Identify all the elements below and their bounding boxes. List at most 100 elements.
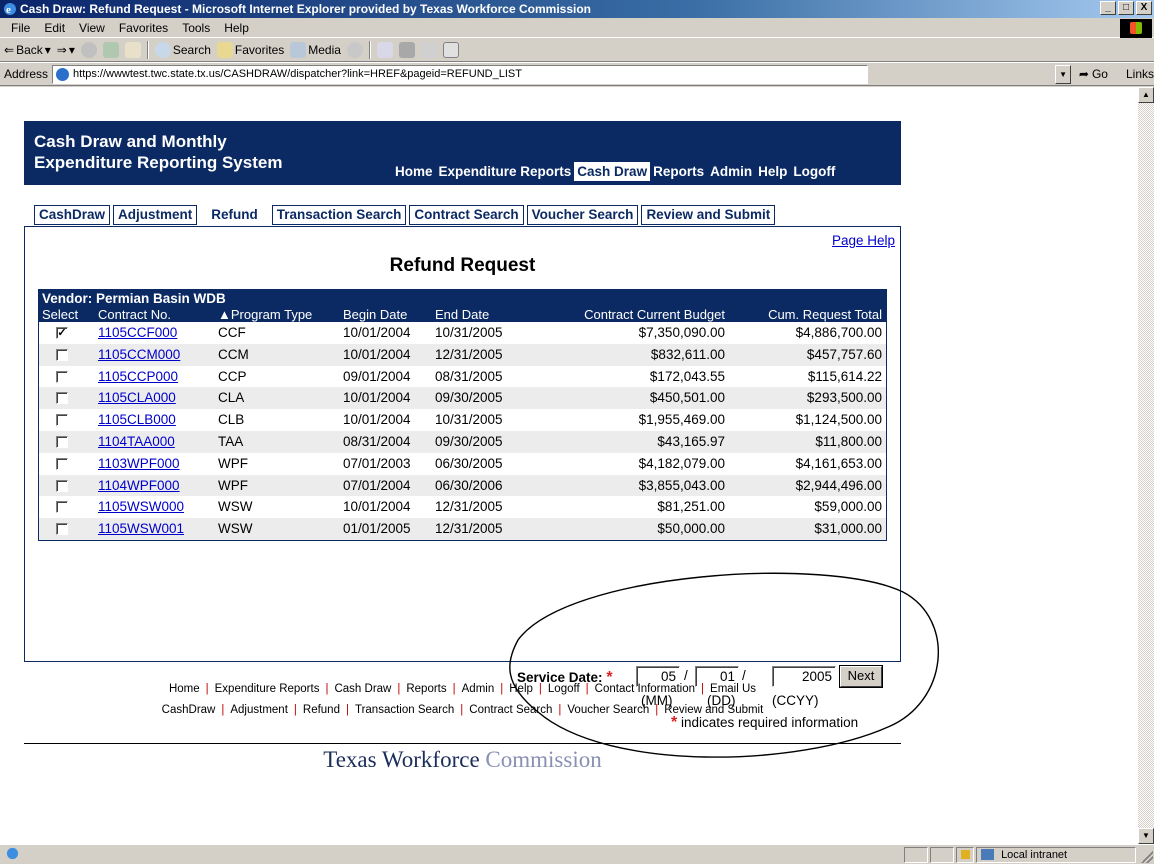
contract-link[interactable]: 1105CCF000	[98, 322, 177, 344]
footer-nav-link[interactable]: Home	[169, 683, 200, 695]
favorites-button[interactable]: Favorites	[216, 41, 284, 58]
contract-link[interactable]: 1105CCP000	[98, 366, 178, 388]
select-checkbox[interactable]	[56, 479, 68, 492]
tab-cashdraw[interactable]: CashDraw	[34, 205, 111, 225]
menu-file[interactable]: File	[4, 21, 37, 35]
contract-link[interactable]: 1105WSW001	[98, 518, 184, 540]
menu-tools[interactable]: Tools	[175, 21, 217, 35]
nav-cash-draw[interactable]: Cash Draw	[574, 162, 651, 181]
dropdown-arrow-icon[interactable]: ▾	[69, 43, 75, 57]
col-end-date[interactable]: End Date	[435, 307, 489, 322]
tab-review-and-submit[interactable]: Review and Submit	[641, 205, 776, 225]
scroll-up-button[interactable]: ▲	[1138, 87, 1154, 103]
minimize-button[interactable]: _	[1100, 1, 1116, 15]
contract-budget: $4,182,079.00	[638, 455, 725, 471]
page-help-link[interactable]: Page Help	[832, 233, 895, 248]
address-dropdown-button[interactable]: ▼	[1055, 64, 1071, 84]
resize-grip[interactable]	[1141, 851, 1153, 863]
edit-icon[interactable]	[420, 41, 437, 58]
dropdown-arrow-icon[interactable]: ▾	[45, 43, 51, 57]
vertical-scrollbar[interactable]: ▲ ▼	[1138, 87, 1154, 844]
select-checkbox[interactable]	[56, 501, 68, 514]
refresh-icon[interactable]	[102, 41, 119, 58]
menu-help[interactable]: Help	[217, 21, 256, 35]
tab-transaction-search[interactable]: Transaction Search	[271, 205, 407, 225]
select-checkbox[interactable]	[56, 457, 68, 470]
footer-tab-link[interactable]: Voucher Search	[567, 704, 649, 716]
contract-link[interactable]: 1105WSW000	[98, 496, 184, 518]
cum-request-total: $2,944,496.00	[795, 477, 882, 493]
go-button[interactable]: ➦ Go	[1079, 67, 1108, 81]
home-icon[interactable]	[124, 41, 141, 58]
tab-contract-search[interactable]: Contract Search	[409, 205, 524, 225]
contract-link[interactable]: 1105CCM000	[98, 344, 180, 366]
discuss-icon[interactable]	[442, 41, 459, 58]
restore-button[interactable]: □	[1118, 1, 1134, 15]
nav-expenditure-reports[interactable]: Expenditure Reports	[436, 162, 575, 181]
tab-refund[interactable]: Refund	[200, 205, 269, 225]
col-contract-no[interactable]: Contract No.	[98, 307, 171, 322]
select-checkbox[interactable]	[56, 348, 68, 361]
col-program-type[interactable]: ▲Program Type	[218, 307, 312, 322]
footer-separator: |	[345, 704, 349, 716]
footer-nav-link[interactable]: Expenditure Reports	[215, 683, 320, 695]
history-icon[interactable]	[346, 41, 363, 58]
tab-adjustment[interactable]: Adjustment	[113, 205, 198, 225]
forward-button[interactable]: ⇒ ▾	[57, 43, 75, 57]
media-button[interactable]: Media	[290, 41, 341, 58]
scroll-down-button[interactable]: ▼	[1138, 828, 1154, 844]
nav-admin[interactable]: Admin	[707, 162, 755, 181]
back-button[interactable]: ⇐ Back ▾	[4, 43, 51, 57]
footer-nav-link[interactable]: Logoff	[548, 683, 580, 695]
table-row: 1105CLA000 CLA 10/01/2004 09/30/2005 $450,50…	[39, 387, 886, 410]
footer-tab-link[interactable]: Review and Submit	[664, 704, 763, 716]
nav-logoff[interactable]: Logoff	[790, 162, 838, 181]
footer-nav-link[interactable]: Cash Draw	[334, 683, 391, 695]
col-cum-request-total[interactable]: Cum. Request Total	[768, 307, 882, 322]
footer-tab-link[interactable]: Adjustment	[230, 704, 288, 716]
contract-link[interactable]: 1105CLA000	[98, 387, 176, 409]
links-button[interactable]: Links	[1126, 67, 1154, 81]
footer-tab-link[interactable]: Refund	[303, 704, 340, 716]
address-input[interactable]: https://wwwtest.twc.state.tx.us/CASHDRAW…	[52, 64, 869, 84]
select-checkbox[interactable]	[56, 370, 68, 383]
search-button[interactable]: Search	[154, 41, 211, 58]
top-nav: Home Expenditure Reports Cash Draw Repor…	[392, 162, 838, 181]
begin-date: 10/01/2004	[343, 499, 411, 515]
select-checkbox[interactable]	[56, 392, 68, 405]
contract-link[interactable]: 1105CLB000	[98, 409, 176, 431]
nav-help[interactable]: Help	[755, 162, 790, 181]
table-row: 1105CLB000 CLB 10/01/2004 10/31/2005 $1,955,…	[39, 409, 886, 431]
select-checkbox[interactable]	[56, 414, 68, 427]
nav-home[interactable]: Home	[392, 162, 436, 181]
nav-reports[interactable]: Reports	[650, 162, 707, 181]
cum-request-total: $457,757.60	[806, 346, 882, 362]
print-icon[interactable]	[398, 41, 415, 58]
footer-nav-link[interactable]: Help	[509, 683, 533, 695]
footer-tab-link[interactable]: Contract Search	[469, 704, 552, 716]
contract-link[interactable]: 1104WPF000	[98, 475, 180, 497]
col-contract-budget[interactable]: Contract Current Budget	[584, 307, 725, 322]
stop-icon[interactable]	[80, 41, 97, 58]
col-begin-date[interactable]: Begin Date	[343, 307, 407, 322]
mail-icon[interactable]	[376, 41, 393, 58]
footer-nav-link[interactable]: Contact Information	[595, 683, 695, 695]
menu-favorites[interactable]: Favorites	[112, 21, 175, 35]
footer-nav-link[interactable]: Email Us	[710, 683, 756, 695]
footer-nav-link[interactable]: Reports	[406, 683, 446, 695]
footer-separator: |	[538, 683, 542, 695]
menu-view[interactable]: View	[72, 21, 112, 35]
menu-bar: File Edit View Favorites Tools Help	[0, 18, 1154, 38]
close-button[interactable]: X	[1136, 1, 1152, 15]
menu-edit[interactable]: Edit	[37, 21, 72, 35]
program-type: WSW	[218, 499, 253, 515]
contract-link[interactable]: 1103WPF000	[98, 453, 180, 475]
contract-link[interactable]: 1104TAA000	[98, 431, 175, 453]
select-checkbox[interactable]: ✓	[56, 327, 68, 339]
tab-voucher-search[interactable]: Voucher Search	[526, 205, 639, 225]
footer-tab-link[interactable]: Transaction Search	[355, 704, 454, 716]
select-checkbox[interactable]	[56, 523, 68, 536]
footer-tab-link[interactable]: CashDraw	[162, 704, 216, 716]
select-checkbox[interactable]	[56, 435, 68, 448]
footer-nav-link[interactable]: Admin	[462, 683, 495, 695]
